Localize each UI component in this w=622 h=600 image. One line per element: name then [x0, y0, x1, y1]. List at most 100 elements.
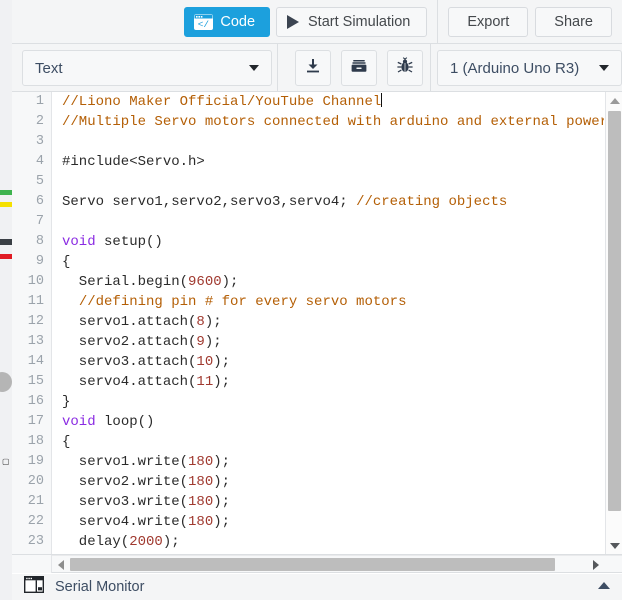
code-line[interactable]: servo2.attach(9);: [62, 332, 604, 352]
board-selector-value: 1 (Arduino Uno R3): [450, 59, 580, 77]
toolbar-divider-right: [430, 44, 431, 92]
editor-horizontal-scrollbar[interactable]: [52, 555, 622, 573]
code-line[interactable]: #include<Servo.h>: [62, 152, 604, 172]
code-token: );: [204, 314, 222, 330]
code-button[interactable]: </ Code: [184, 7, 271, 37]
code-line[interactable]: servo4.write(180);: [62, 512, 604, 532]
code-line[interactable]: Servo servo1,servo2,servo3,servo4; //cre…: [62, 192, 604, 212]
line-number: 6: [35, 194, 44, 209]
line-number: 21: [27, 494, 44, 509]
code-token: //defining pin # for every servo motors: [78, 294, 407, 310]
code-line[interactable]: servo1.attach(8);: [62, 312, 604, 332]
chevron-up-icon[interactable]: [598, 582, 610, 589]
triangle-down-icon: [609, 542, 620, 549]
code-line[interactable]: //Multiple Servo motors connected with a…: [62, 112, 604, 132]
code-editor[interactable]: 1234567891011121314151617181920212223242…: [12, 92, 622, 555]
code-line[interactable]: delay(2000);: [62, 532, 604, 552]
code-line[interactable]: [62, 132, 604, 152]
toolbar-divider-left: [277, 44, 278, 92]
serial-monitor-bar[interactable]: Serial Monitor: [12, 574, 622, 600]
line-number: 14: [27, 354, 44, 369]
export-button[interactable]: Export: [448, 7, 529, 37]
wire-black: [0, 239, 12, 245]
library-icon: [350, 57, 368, 80]
code-token: servo4.write(: [62, 514, 189, 530]
line-number: 5: [35, 174, 44, 189]
code-line[interactable]: servo1.write(0);: [62, 552, 604, 554]
code-line[interactable]: //Liono Maker Official/YouTube Channel: [62, 92, 604, 112]
start-simulation-button[interactable]: Start Simulation: [276, 7, 428, 37]
download-icon-button[interactable]: [295, 50, 331, 86]
code-token: servo1.attach(: [62, 314, 197, 330]
scroll-left-arrow[interactable]: [52, 556, 69, 573]
code-token: );: [213, 374, 231, 390]
vertical-scroll-thumb[interactable]: [608, 111, 621, 511]
line-number: 10: [27, 274, 44, 289]
component-marker-icon: ▢: [2, 457, 10, 466]
code-line[interactable]: servo4.attach(11);: [62, 372, 604, 392]
code-line[interactable]: [62, 212, 604, 232]
code-line[interactable]: void loop(): [62, 412, 604, 432]
library-icon-button[interactable]: [341, 50, 377, 86]
code-line[interactable]: }: [62, 392, 604, 412]
line-number: 9: [35, 254, 44, 269]
code-line[interactable]: //defining pin # for every servo motors: [62, 292, 604, 312]
editor-vertical-scrollbar[interactable]: [605, 92, 622, 554]
horizontal-scroll-thumb[interactable]: [70, 558, 555, 571]
code-token: 180: [188, 494, 214, 510]
text-cursor: [381, 93, 383, 107]
scroll-right-arrow[interactable]: [587, 556, 604, 573]
line-number: 2: [35, 114, 44, 129]
code-token: );: [204, 334, 222, 350]
board-selector-dropdown[interactable]: 1 (Arduino Uno R3): [437, 50, 622, 86]
code-line[interactable]: servo2.write(180);: [62, 472, 604, 492]
line-number: 12: [27, 314, 44, 329]
code-token: 11: [196, 374, 214, 390]
editor-mode-dropdown[interactable]: Text: [22, 50, 272, 86]
code-line[interactable]: void setup(): [62, 232, 604, 252]
line-number: 3: [35, 134, 44, 149]
line-number: 15: [27, 374, 44, 389]
triangle-right-icon: [592, 559, 599, 570]
code-token: //Multiple Servo motors connected with a…: [62, 114, 604, 130]
code-line[interactable]: Serial.begin(9600);: [62, 272, 604, 292]
code-line[interactable]: {: [62, 432, 604, 452]
scroll-down-arrow[interactable]: [606, 537, 622, 554]
code-token: );: [162, 534, 180, 550]
editor-mode-value: Text: [35, 59, 63, 77]
download-icon: [304, 57, 322, 80]
code-text-area[interactable]: //Liono Maker Official/YouTube Channel //…: [53, 92, 604, 554]
line-number: 23: [27, 534, 44, 549]
code-token: 8: [196, 314, 205, 330]
code-token: void: [62, 414, 96, 430]
wire-yellow: [0, 202, 12, 207]
code-line[interactable]: [62, 172, 604, 192]
code-line[interactable]: {: [62, 252, 604, 272]
code-token: );: [213, 474, 231, 490]
code-token: loop(): [95, 414, 155, 430]
serial-monitor-label: Serial Monitor: [55, 579, 145, 595]
code-line[interactable]: servo3.write(180);: [62, 492, 604, 512]
gutter-scrollbar-pad: [12, 555, 52, 573]
top-toolbar: </ Code Start Simulation Export Share: [12, 0, 622, 44]
share-button[interactable]: Share: [535, 7, 612, 37]
code-token: void: [62, 234, 96, 250]
code-token: //creating objects: [356, 194, 508, 210]
code-token: 9600: [188, 274, 222, 290]
wire-red: [0, 254, 12, 259]
line-number: 8: [35, 234, 44, 249]
code-token: servo3.attach(: [62, 354, 197, 370]
code-line[interactable]: servo1.write(180);: [62, 452, 604, 472]
code-token: servo3.write(: [62, 494, 189, 510]
line-number: 1: [35, 94, 44, 109]
debug-icon-button[interactable]: [387, 50, 423, 86]
code-line[interactable]: servo3.attach(10);: [62, 352, 604, 372]
line-number: 20: [27, 474, 44, 489]
scroll-up-arrow[interactable]: [606, 92, 622, 109]
code-token: {: [62, 434, 71, 450]
code-token: );: [213, 514, 231, 530]
svg-text:</: </: [198, 19, 210, 30]
code-token: 2000: [129, 534, 163, 550]
wire-green: [0, 190, 12, 195]
